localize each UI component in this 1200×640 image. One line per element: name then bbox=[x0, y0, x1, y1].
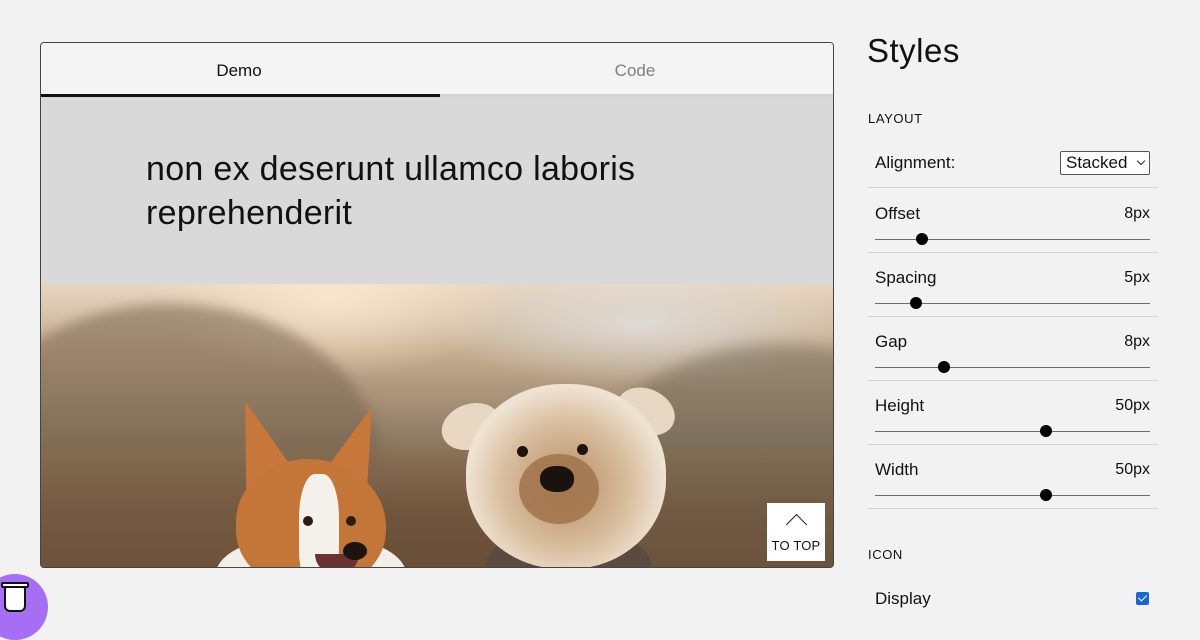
offset-label: Offset bbox=[875, 204, 921, 223]
section-label-icon: ICON bbox=[868, 547, 903, 562]
chevron-up-icon bbox=[785, 513, 807, 536]
height-value: 50px bbox=[1115, 397, 1150, 414]
gap-slider[interactable] bbox=[875, 361, 1150, 373]
offset-slider-thumb[interactable] bbox=[915, 233, 928, 245]
to-top-label: TO TOP bbox=[771, 538, 821, 553]
corgi-eye-right bbox=[346, 516, 356, 526]
width-slider-thumb[interactable] bbox=[1039, 489, 1052, 501]
width-slider[interactable] bbox=[875, 489, 1150, 501]
coffee-cup-icon bbox=[4, 586, 26, 612]
offset-slider[interactable] bbox=[875, 233, 1150, 245]
photo-field bbox=[41, 449, 833, 567]
yorkie-eye-right bbox=[577, 444, 588, 455]
height-slider[interactable] bbox=[875, 425, 1150, 437]
tab-active-indicator bbox=[41, 94, 440, 97]
spacing-value: 5px bbox=[1124, 269, 1150, 286]
gap-row: Gap 8px bbox=[867, 317, 1158, 381]
spacing-slider-thumb[interactable] bbox=[910, 297, 923, 309]
offset-row: Offset 8px bbox=[867, 189, 1158, 253]
width-row: Width 50px bbox=[867, 445, 1158, 509]
spacing-label: Spacing bbox=[875, 268, 937, 287]
tab-demo[interactable]: Demo bbox=[41, 43, 437, 97]
display-row: Display bbox=[867, 575, 1158, 615]
display-label: Display bbox=[875, 589, 931, 608]
alignment-label: Alignment: bbox=[875, 153, 956, 172]
spacing-row: Spacing 5px bbox=[867, 253, 1158, 317]
alignment-select-value: Stacked bbox=[1066, 153, 1128, 172]
tab-code[interactable]: Code bbox=[437, 43, 833, 97]
alignment-select[interactable]: Stacked bbox=[1060, 151, 1150, 175]
demo-heading: non ex deserunt ullamco laboris reprehen… bbox=[146, 150, 636, 232]
spacing-slider[interactable] bbox=[875, 297, 1150, 309]
display-checkbox[interactable] bbox=[1136, 592, 1149, 605]
offset-value: 8px bbox=[1124, 205, 1150, 222]
gap-slider-thumb[interactable] bbox=[937, 361, 950, 373]
gap-value: 8px bbox=[1124, 333, 1150, 350]
yorkie-nose bbox=[540, 466, 574, 492]
height-slider-thumb[interactable] bbox=[1039, 425, 1052, 437]
chevron-down-icon bbox=[1136, 156, 1146, 166]
styles-panel: Styles LAYOUT Alignment: Stacked Offset … bbox=[867, 0, 1159, 610]
width-value: 50px bbox=[1115, 461, 1150, 478]
panel-title: Styles bbox=[867, 32, 960, 69]
demo-card: Demo Code non ex deserunt ullamco labori… bbox=[40, 42, 834, 568]
height-row: Height 50px bbox=[867, 381, 1158, 445]
demo-heading-band: non ex deserunt ullamco laboris reprehen… bbox=[41, 97, 833, 284]
alignment-row: Alignment: Stacked bbox=[867, 138, 1158, 188]
tab-bar: Demo Code bbox=[41, 43, 833, 97]
buy-me-a-coffee-button[interactable] bbox=[0, 574, 48, 640]
gap-label: Gap bbox=[875, 332, 908, 351]
width-label: Width bbox=[875, 460, 919, 479]
to-top-button[interactable]: TO TOP bbox=[767, 503, 825, 561]
height-label: Height bbox=[875, 396, 925, 415]
yorkie-eye-left bbox=[517, 446, 528, 457]
corgi-eye-left bbox=[303, 516, 313, 526]
dogs-photo: TO TOP bbox=[41, 284, 833, 567]
corgi-nose bbox=[343, 542, 367, 560]
section-label-layout: LAYOUT bbox=[868, 111, 923, 126]
